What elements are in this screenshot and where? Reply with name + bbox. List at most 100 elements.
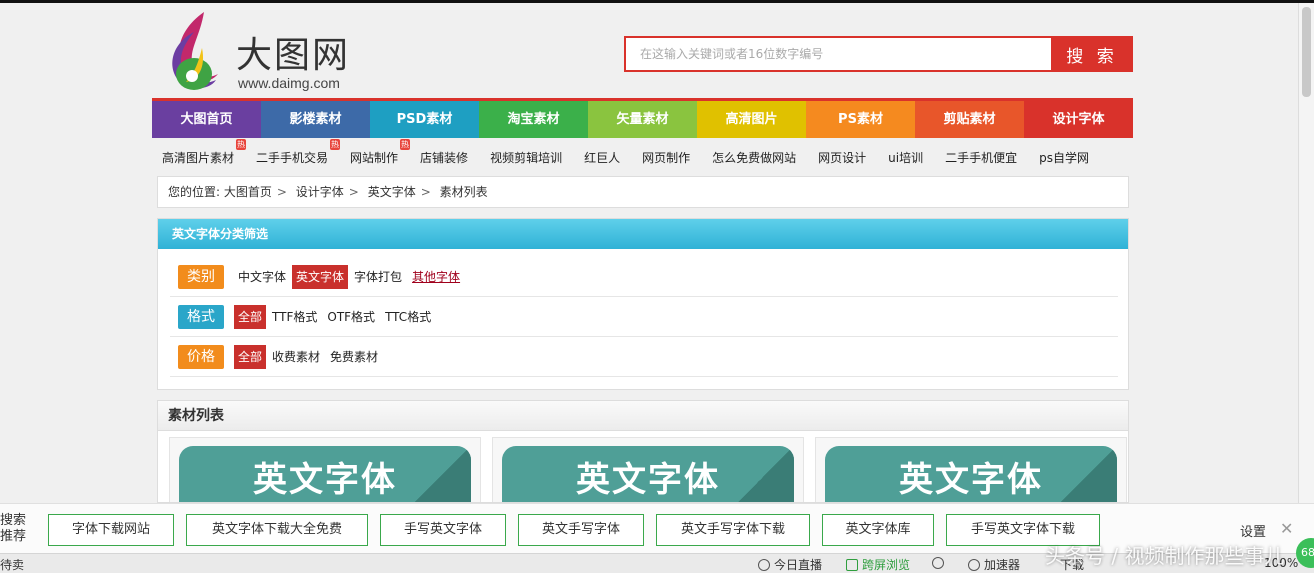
filter-option[interactable]: TTF格式 [268,305,321,329]
recommend-chip[interactable]: 英文字体库 [822,514,934,546]
filter-label-format: 格式 [178,304,224,329]
hot-link-label: 高清图片素材 [162,150,235,165]
play-icon [758,559,770,571]
filter-row-category: 类别 中文字体 英文字体 字体打包 其他字体 [170,257,1118,297]
hot-link[interactable]: 二手手机交易热 [256,138,341,166]
hot-badge: 热 [400,138,411,150]
hot-link-label: 二手手机交易 [256,150,329,165]
nav-item-vector[interactable]: 矢量素材 [588,101,697,138]
page-container: 大图网 www.daimg.com 搜 索 大图首页 影楼素材 PSD素材 淘宝… [152,0,1133,503]
nav-item-taobao[interactable]: 淘宝素材 [479,101,588,138]
breadcrumb-item-english-fonts[interactable]: 英文字体 [368,185,416,199]
filter-option[interactable]: 免费素材 [326,345,382,369]
hot-link[interactable]: ps自学网 [1039,149,1089,166]
nav-item-studio[interactable]: 影楼素材 [261,101,370,138]
filter-option[interactable]: 字体打包 [350,265,406,289]
hot-link[interactable]: 店铺装修 [420,149,468,166]
recommend-chip[interactable]: 英文手写字体下载 [656,514,810,546]
breadcrumb-item-home[interactable]: 大图首页 [224,185,272,199]
hot-link[interactable]: 网页制作 [642,149,690,166]
watermark-text: 头条号 / 视频制作那些事儿 [1045,544,1285,568]
filter-option[interactable]: 英文字体 [292,264,349,289]
hot-badge: 热 [236,138,247,150]
live-label: 今日直播 [774,558,823,572]
filter-option[interactable]: 中文字体 [234,265,290,289]
material-card[interactable]: 英文字体 [815,437,1127,502]
hot-link-label: 网站制作 [350,150,399,165]
breadcrumb-prefix: 您的位置: [168,185,221,199]
chevron-right-icon: > [276,185,287,199]
recommend-settings[interactable]: 设置 [1240,521,1266,540]
breadcrumb: 您的位置: 大图首页 > 设计字体 > 英文字体 > 素材列表 [157,176,1129,208]
hot-link[interactable]: 高清图片素材热 [162,138,247,166]
filter-row-price: 价格 全部 收费素材 免费素材 [170,337,1118,377]
material-thumbnail[interactable]: 英文字体 [825,446,1117,502]
hot-links-bar: 高清图片素材热 二手手机交易热 网站制作热 店铺装修 视频剪辑培训 红巨人 网页… [152,138,1133,176]
material-thumbnail-title: 英文字体 [253,460,397,500]
site-logo[interactable]: 大图网 www.daimg.com [164,8,364,92]
hot-link[interactable]: 网页设计 [818,149,866,166]
search-input[interactable] [624,36,1052,72]
status-left-text: 待卖 [0,558,25,572]
nav-item-fonts[interactable]: 设计字体 [1024,101,1133,138]
filter-option[interactable]: 全部 [234,304,267,329]
hot-link[interactable]: 网站制作热 [350,138,411,166]
filter-title: 英文字体分类筛选 [158,219,1128,249]
filter-label-price: 价格 [178,344,224,369]
cross-screen-button[interactable]: 跨屏浏览 [846,556,910,573]
material-thumbnail[interactable]: 英文字体 [502,446,794,502]
scrollbar-thumb[interactable] [1302,7,1311,97]
hot-link[interactable]: 红巨人 [584,149,620,166]
recommend-chip[interactable]: 英文字体下载大全免费 [186,514,368,546]
cross-screen-label: 跨屏浏览 [862,558,911,572]
search-button[interactable]: 搜 索 [1051,36,1133,72]
hot-link[interactable]: ui培训 [888,149,923,166]
live-button[interactable]: 今日直播 [758,556,822,573]
logo-flame-icon [172,12,218,90]
filter-option[interactable]: 全部 [234,344,267,369]
material-thumbnail-title: 英文字体 [576,460,720,500]
accelerator-button[interactable]: 加速器 [968,556,1020,573]
main-nav: 大图首页 影楼素材 PSD素材 淘宝素材 矢量素材 高清图片 PS素材 剪贴素材… [152,98,1133,138]
chevron-right-icon: > [420,185,431,199]
phone-icon [846,559,858,571]
filter-option[interactable]: TTC格式 [381,305,435,329]
filter-option[interactable]: 收费素材 [268,345,324,369]
recommend-chip[interactable]: 英文手写字体 [518,514,644,546]
logo-url: www.daimg.com [238,75,340,91]
clock-icon [932,557,944,569]
material-list-title: 素材列表 [158,401,1128,431]
filter-panel: 英文字体分类筛选 类别 中文字体 英文字体 字体打包 其他字体 格式 全部 TT… [157,218,1129,390]
logo-title: 大图网 [236,35,351,76]
filter-label-category: 类别 [178,264,224,289]
breadcrumb-item-list: 素材列表 [439,185,488,199]
search-box: 搜 索 [624,36,1133,72]
nav-item-clipart[interactable]: 剪贴素材 [915,101,1024,138]
history-icon[interactable] [932,556,948,570]
nav-item-hd-photo[interactable]: 高清图片 [697,101,806,138]
nav-item-home[interactable]: 大图首页 [152,101,261,138]
rocket-icon [968,559,980,571]
hot-link[interactable]: 视频剪辑培训 [490,149,562,166]
recommend-title: 搜索推荐 [0,513,27,544]
accelerator-label: 加速器 [984,558,1021,572]
hot-link[interactable]: 怎么免费做网站 [712,149,796,166]
page-scrollbar[interactable] [1298,3,1314,503]
recommend-chip[interactable]: 字体下载网站 [48,514,174,546]
filter-row-format: 格式 全部 TTF格式 OTF格式 TTC格式 [170,297,1118,337]
material-thumbnail[interactable]: 英文字体 [179,446,471,502]
filter-option[interactable]: 其他字体 [408,265,464,289]
material-thumbnail-title: 英文字体 [899,460,1043,500]
material-card[interactable]: 英文字体 [169,437,481,502]
recommend-chip[interactable]: 手写英文字体 [380,514,506,546]
chevron-right-icon: > [348,185,359,199]
breadcrumb-item-fonts[interactable]: 设计字体 [296,185,344,199]
nav-item-psd[interactable]: PSD素材 [370,101,479,138]
material-card[interactable]: 英文字体 [492,437,804,502]
close-icon[interactable]: ✕ [1280,519,1293,538]
nav-item-ps[interactable]: PS素材 [806,101,915,138]
hot-link[interactable]: 二手手机便宜 [945,149,1017,166]
material-list: 素材列表 英文字体 英文字体 英文字体 [157,400,1129,503]
hot-badge: 热 [330,138,341,150]
filter-option[interactable]: OTF格式 [323,305,379,329]
